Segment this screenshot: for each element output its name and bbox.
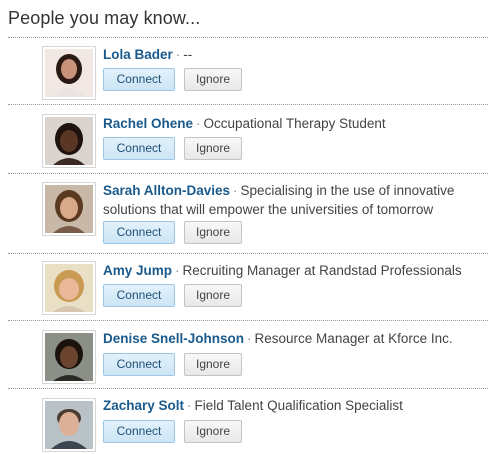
separator-dot: · bbox=[175, 263, 180, 278]
person-row: Rachel Ohene · Occupational Therapy Studen… bbox=[8, 104, 488, 173]
person-name-link[interactable]: Rachel Ohene bbox=[103, 116, 193, 131]
person-info: Lola Bader · -- bbox=[103, 45, 482, 64]
separator-dot: · bbox=[196, 116, 201, 131]
person-headline: -- bbox=[183, 47, 193, 62]
person-info: Rachel Ohene · Occupational Therapy Studen… bbox=[103, 114, 482, 133]
people-you-may-know-widget: People you may know... Lola Bader · -- Con… bbox=[0, 0, 496, 454]
person-headline: Field Talent Qualification Specialist bbox=[194, 398, 403, 413]
person-row: Denise Snell-Johnson · Resource Manager at… bbox=[8, 320, 488, 388]
connect-button[interactable]: Connect bbox=[103, 221, 175, 244]
person-row: Sarah Allton-Davies · Specialising in the … bbox=[8, 173, 488, 253]
widget-title: People you may know... bbox=[8, 8, 201, 28]
profile-photo-image bbox=[45, 185, 93, 233]
avatar[interactable] bbox=[42, 114, 96, 168]
person-row: Lola Bader · -- Connect Ignore bbox=[8, 37, 488, 104]
person-headline: Resource Manager at Kforce Inc. bbox=[254, 331, 453, 346]
connect-button[interactable]: Connect bbox=[103, 420, 175, 443]
avatar[interactable] bbox=[42, 261, 96, 315]
avatar[interactable] bbox=[42, 46, 96, 100]
separator-dot: · bbox=[175, 47, 181, 62]
ignore-button[interactable]: Ignore bbox=[184, 137, 242, 160]
ignore-button[interactable]: Ignore bbox=[184, 353, 242, 376]
ignore-button[interactable]: Ignore bbox=[184, 420, 242, 443]
person-headline: Recruiting Manager at Randstad Professio… bbox=[182, 263, 462, 278]
profile-photo-image bbox=[45, 117, 93, 165]
person-info: Denise Snell-Johnson · Resource Manager at… bbox=[103, 329, 482, 348]
person-info: Zachary Solt · Field Talent Qualification … bbox=[103, 396, 482, 415]
person-info: Sarah Allton-Davies · Specialising in the … bbox=[103, 181, 482, 219]
separator-dot: · bbox=[187, 398, 192, 413]
ignore-button[interactable]: Ignore bbox=[184, 284, 242, 307]
avatar[interactable] bbox=[42, 398, 96, 452]
avatar[interactable] bbox=[42, 182, 96, 236]
profile-photo-image bbox=[45, 49, 93, 97]
connect-button[interactable]: Connect bbox=[103, 137, 175, 160]
person-headline: Occupational Therapy Student bbox=[203, 116, 386, 131]
ignore-button[interactable]: Ignore bbox=[184, 221, 242, 244]
person-row: Zachary Solt · Field Talent Qualification … bbox=[8, 388, 488, 452]
person-info: Amy Jump · Recruiting Manager at Randstad … bbox=[103, 261, 482, 280]
separator-dot: · bbox=[247, 331, 252, 346]
profile-photo-image bbox=[45, 264, 93, 312]
profile-photo-image bbox=[45, 333, 93, 381]
person-name-link[interactable]: Lola Bader bbox=[103, 47, 173, 62]
connect-button[interactable]: Connect bbox=[103, 353, 175, 376]
person-name-link[interactable]: Zachary Solt bbox=[103, 398, 184, 413]
person-name-link[interactable]: Amy Jump bbox=[103, 263, 172, 278]
avatar[interactable] bbox=[42, 330, 96, 384]
connect-button[interactable]: Connect bbox=[103, 68, 175, 91]
connect-button[interactable]: Connect bbox=[103, 284, 175, 307]
person-name-link[interactable]: Denise Snell-Johnson bbox=[103, 331, 244, 346]
person-row: Amy Jump · Recruiting Manager at Randstad … bbox=[8, 253, 488, 320]
person-name-link[interactable]: Sarah Allton-Davies bbox=[103, 183, 230, 198]
profile-photo-image bbox=[45, 401, 93, 449]
ignore-button[interactable]: Ignore bbox=[184, 68, 242, 91]
separator-dot: · bbox=[233, 183, 238, 198]
